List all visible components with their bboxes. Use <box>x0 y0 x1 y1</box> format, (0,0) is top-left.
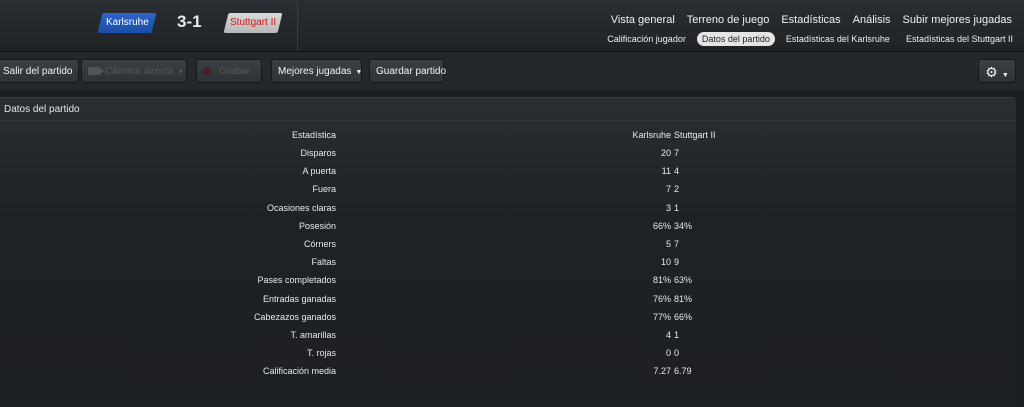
stat-row: Disparos 20 7 <box>0 144 1016 162</box>
stat-row: Entradas ganadas 76% 81% <box>0 290 1016 308</box>
stat-home-value: 20 <box>660 148 671 158</box>
exit-match-button[interactable]: Salir del partido <box>0 59 80 83</box>
stat-home-value: 11 <box>661 166 671 177</box>
stat-row: Cabezazos ganados 77% 66% <box>0 308 1016 326</box>
stat-home-value: 5 <box>665 239 671 249</box>
stat-away-value: 2 <box>674 184 680 195</box>
camera-icon <box>88 67 104 75</box>
nav-pitch[interactable]: Terreno de juego <box>687 14 770 26</box>
live-camera-label: Cámara directa <box>105 66 174 77</box>
stats-header-home: Karlsruhe <box>632 130 671 140</box>
stat-away-value: 7 <box>674 148 680 158</box>
stat-row: Fuera 7 2 <box>0 180 1016 198</box>
chevron-down-icon: ▼ <box>355 69 363 76</box>
header-divider <box>297 0 298 51</box>
nav-statistics[interactable]: Estadísticas <box>781 14 840 26</box>
stat-away-value: 1 <box>674 330 680 340</box>
away-team-badge[interactable]: Stuttgart II <box>223 13 283 33</box>
live-camera-button[interactable]: Cámara directa ▼ <box>81 59 187 83</box>
stat-away-value: 66% <box>674 311 693 322</box>
stat-away-value: 4 <box>674 166 680 177</box>
home-team-badge[interactable]: Karlsruhe <box>97 13 157 33</box>
record-button[interactable]: Grabar <box>196 59 262 83</box>
toolbar: Salir del partido Cámara directa ▼ Grabar… <box>0 52 1024 90</box>
exit-match-label: Salir del partido <box>3 66 73 77</box>
match-score: 3-1 <box>177 12 202 31</box>
settings-button[interactable]: ⚙ ▼ <box>978 59 1016 83</box>
save-match-button[interactable]: Guardar partido <box>369 59 447 83</box>
stat-label: T. amarillas <box>290 330 336 340</box>
tab-away-team-stats[interactable]: Estadísticas del Stuttgart II <box>901 32 1018 46</box>
stat-label: Fuera <box>312 184 336 195</box>
stat-row: T. amarillas 4 1 <box>0 326 1016 344</box>
panel-divider <box>0 120 1016 121</box>
chevron-down-icon: ▼ <box>1001 72 1009 79</box>
match-stats-panel: Datos del partido Estadística Karlsruhe … <box>0 97 1016 407</box>
stat-label: T. rojas <box>306 348 336 359</box>
stat-label: Entradas ganadas <box>262 293 336 304</box>
stat-away-value: 7 <box>674 239 680 249</box>
away-team-name: Stuttgart II <box>229 17 277 28</box>
stat-home-value: 7 <box>665 184 671 195</box>
stat-away-value: 6.79 <box>674 366 692 377</box>
match-header: Karlsruhe 3-1 Stuttgart II Vista general… <box>0 0 1024 52</box>
stat-away-value: 81% <box>674 293 693 304</box>
stat-away-value: 0 <box>674 348 680 359</box>
stats-header-label: Estadística <box>291 130 336 140</box>
stat-away-value: 63% <box>674 275 693 286</box>
stat-home-value: 81% <box>652 275 671 286</box>
record-icon <box>203 67 211 75</box>
gear-icon: ⚙ <box>985 64 998 80</box>
stat-row: Posesión 66% 34% <box>0 217 1016 235</box>
home-team-name: Karlsruhe <box>105 17 149 28</box>
stat-home-value: 66% <box>652 220 671 231</box>
stat-label: Cabezazos ganados <box>253 311 336 322</box>
stat-home-value: 77% <box>652 311 671 322</box>
stat-home-value: 10 <box>660 257 671 268</box>
stat-home-value: 0 <box>665 348 671 359</box>
tab-home-team-stats[interactable]: Estadísticas del Karlsruhe <box>781 32 895 46</box>
main-nav: Vista general Terreno de juego Estadísti… <box>599 14 1012 26</box>
highlights-button[interactable]: Mejores jugadas ▼ <box>271 59 362 83</box>
stat-home-value: 3 <box>665 202 671 213</box>
sub-nav: Calificación jugador Datos del partido E… <box>596 32 1018 46</box>
stat-home-value: 7.27 <box>653 366 671 377</box>
nav-analysis[interactable]: Análisis <box>853 14 891 26</box>
tab-match-stats[interactable]: Datos del partido <box>696 32 775 46</box>
nav-upload-highlights[interactable]: Subir mejores jugadas <box>903 14 1012 26</box>
stat-row: Calificación media 7.27 6.79 <box>0 362 1016 380</box>
record-label: Grabar <box>219 66 251 77</box>
stat-label: Córners <box>303 239 336 249</box>
stat-row: A puerta 11 4 <box>0 162 1016 180</box>
save-match-label: Guardar partido <box>376 66 447 77</box>
tab-player-ratings[interactable]: Calificación jugador <box>602 32 691 46</box>
stat-row: Ocasiones claras 3 1 <box>0 199 1016 217</box>
stat-row: T. rojas 0 0 <box>0 344 1016 362</box>
stats-header-row: Estadística Karlsruhe Stuttgart II <box>0 126 1016 144</box>
panel-title: Datos del partido <box>4 104 80 115</box>
stat-label: Posesión <box>298 220 336 231</box>
stat-away-value: 34% <box>674 220 693 231</box>
stat-row: Pases completados 81% 63% <box>0 271 1016 289</box>
stat-label: A puerta <box>302 166 336 177</box>
stat-label: Disparos <box>300 148 336 158</box>
nav-overview[interactable]: Vista general <box>611 14 675 26</box>
stat-home-value: 4 <box>665 330 671 340</box>
stat-label: Pases completados <box>257 275 336 286</box>
stat-away-value: 1 <box>674 202 680 213</box>
stat-home-value: 76% <box>652 293 671 304</box>
stat-row: Córners 5 7 <box>0 235 1016 253</box>
highlights-label: Mejores jugadas <box>278 66 352 77</box>
chevron-down-icon: ▼ <box>177 69 185 76</box>
stats-header-away: Stuttgart II <box>674 130 716 140</box>
stat-label: Ocasiones claras <box>266 202 336 213</box>
stat-away-value: 9 <box>674 257 680 268</box>
stat-label: Calificación media <box>262 366 336 377</box>
stat-label: Faltas <box>311 257 336 268</box>
stat-row: Faltas 10 9 <box>0 253 1016 271</box>
